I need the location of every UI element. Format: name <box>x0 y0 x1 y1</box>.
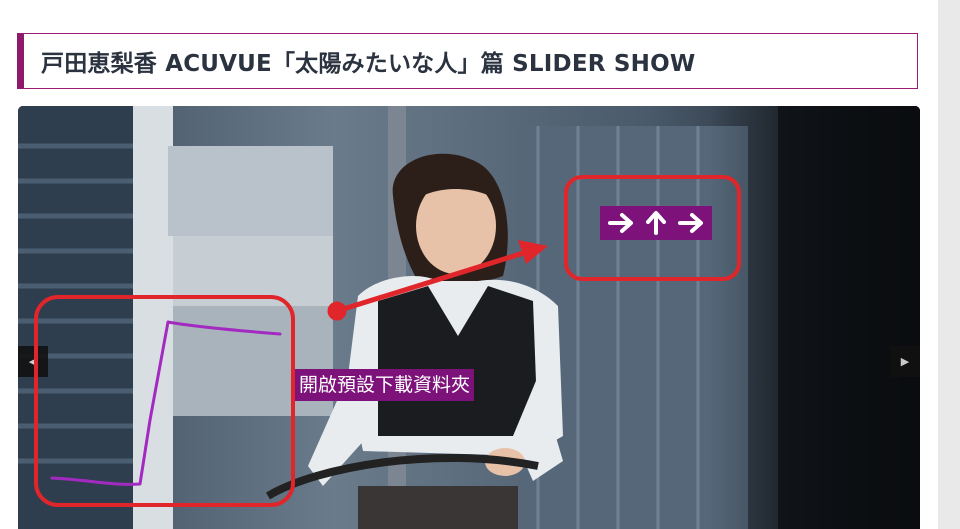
annotation-label: 開啟預設下載資料夾 <box>295 369 475 401</box>
arrow-up-icon <box>646 211 666 235</box>
title-bar: 戸田恵梨香 ACUVUE「太陽みたいな人」篇 SLIDER SHOW <box>17 33 918 89</box>
slider-prev-button[interactable]: ◀ <box>18 346 48 377</box>
image-slider[interactable]: ◀ ▶ 開啟預設下載資料夾 <box>18 106 920 529</box>
chevron-left-icon: ◀ <box>28 355 38 368</box>
page-scrollbar[interactable] <box>938 0 960 529</box>
arrow-sequence-badge <box>600 206 712 240</box>
page-title: 戸田恵梨香 ACUVUE「太陽みたいな人」篇 SLIDER SHOW <box>41 51 696 77</box>
arrow-sequence-icons <box>608 211 703 235</box>
slider-next-button[interactable]: ▶ <box>890 346 920 377</box>
chevron-right-icon: ▶ <box>900 355 910 368</box>
arrow-right-icon <box>678 213 703 233</box>
arrow-right-icon <box>608 213 633 233</box>
slide-photo <box>18 106 920 529</box>
